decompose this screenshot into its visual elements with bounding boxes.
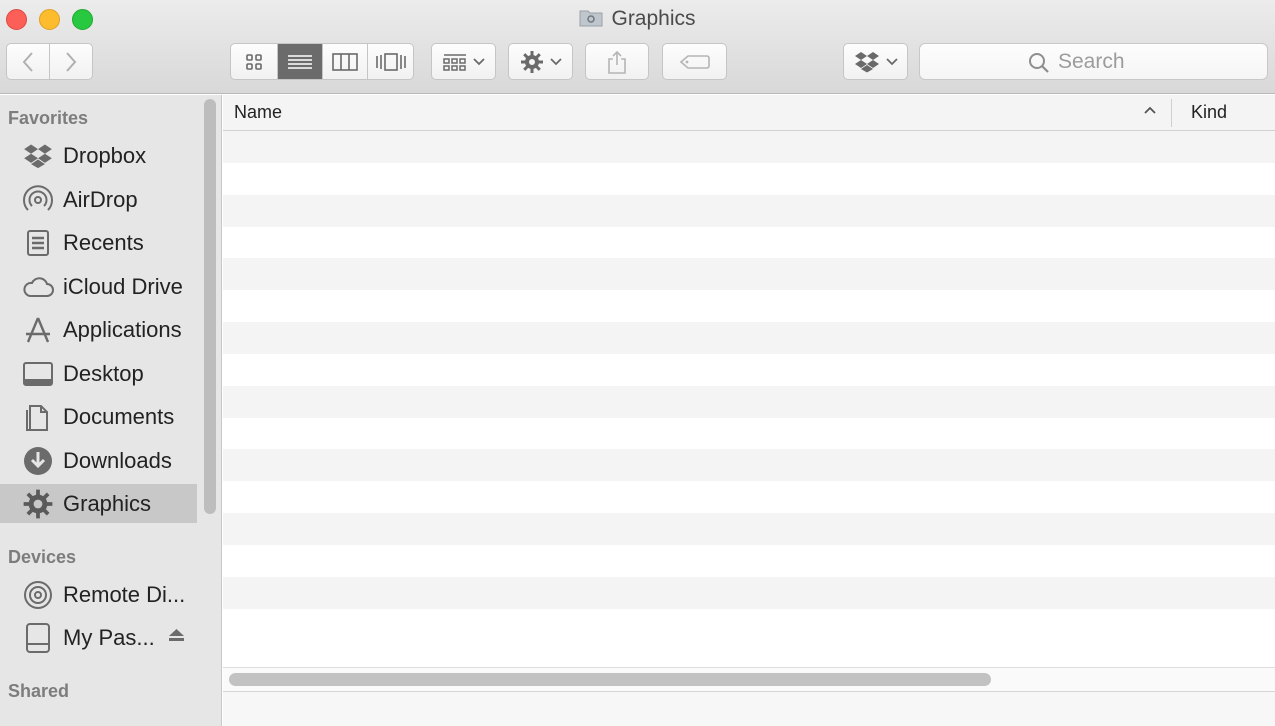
sidebar-item-documents[interactable]: Documents bbox=[0, 397, 197, 436]
list-rows bbox=[223, 131, 1275, 641]
sidebar-item-remote-disc[interactable]: Remote Di... bbox=[0, 575, 197, 614]
empty-row bbox=[223, 385, 1275, 418]
cloud-icon bbox=[22, 271, 54, 303]
list-view-icon bbox=[288, 54, 312, 69]
icon-view-icon bbox=[246, 53, 262, 70]
eject-icon[interactable] bbox=[168, 628, 185, 642]
chevron-down-icon bbox=[885, 57, 898, 65]
sidebar: Favorites Dropbox AirDrop Recents iCloud… bbox=[0, 95, 222, 726]
chevron-right-icon bbox=[66, 51, 77, 72]
sidebar-item-label: Remote Di... bbox=[63, 581, 186, 607]
empty-row bbox=[223, 544, 1275, 577]
airdrop-icon bbox=[22, 184, 54, 216]
disc-icon bbox=[22, 579, 54, 611]
empty-row bbox=[223, 194, 1275, 227]
horizontal-scroll-thumb[interactable] bbox=[229, 673, 991, 686]
list-view-button[interactable] bbox=[278, 44, 323, 79]
tag-icon bbox=[679, 54, 710, 69]
column-header-name[interactable]: Name bbox=[234, 102, 282, 123]
desktop-icon bbox=[22, 358, 54, 390]
file-list: Name Kind bbox=[223, 95, 1275, 726]
sidebar-scrollbar[interactable] bbox=[204, 99, 216, 514]
sidebar-item-downloads[interactable]: Downloads bbox=[0, 441, 197, 480]
dropbox-button[interactable] bbox=[843, 43, 908, 80]
drive-icon bbox=[22, 622, 54, 654]
folder-gear-icon bbox=[579, 8, 603, 27]
group-by-button[interactable] bbox=[431, 43, 496, 80]
status-bar bbox=[223, 691, 1275, 726]
column-view-button[interactable] bbox=[323, 44, 368, 79]
search-field[interactable] bbox=[919, 43, 1268, 80]
search-input[interactable] bbox=[920, 44, 1267, 79]
empty-row bbox=[223, 162, 1275, 195]
empty-row bbox=[223, 481, 1275, 514]
sidebar-item-label: AirDrop bbox=[63, 186, 138, 212]
share-icon bbox=[608, 50, 626, 74]
chevron-down-icon bbox=[472, 57, 485, 65]
cover-flow-button[interactable] bbox=[368, 44, 413, 79]
sidebar-item-label: Desktop bbox=[63, 360, 144, 386]
empty-row bbox=[223, 353, 1275, 386]
group-by-icon bbox=[442, 53, 466, 71]
sidebar-item-label: My Pas... bbox=[63, 624, 155, 650]
section-devices: Devices bbox=[8, 547, 77, 567]
column-header-kind[interactable]: Kind bbox=[1191, 102, 1227, 123]
sidebar-item-label: Applications bbox=[63, 316, 182, 342]
view-mode-control bbox=[230, 43, 414, 80]
forward-button[interactable] bbox=[50, 44, 93, 79]
dropbox-icon bbox=[22, 140, 54, 172]
empty-row bbox=[223, 290, 1275, 323]
gear-icon bbox=[22, 488, 54, 520]
downloads-icon bbox=[22, 445, 54, 477]
column-view-icon bbox=[332, 52, 358, 71]
chevron-up-icon bbox=[1144, 106, 1156, 114]
sidebar-item-dropbox[interactable]: Dropbox bbox=[0, 136, 197, 175]
documents-icon bbox=[22, 401, 54, 433]
window-title: Graphics bbox=[0, 7, 1275, 31]
section-shared: Shared bbox=[8, 681, 70, 701]
recents-icon bbox=[22, 227, 54, 259]
sidebar-item-my-passport[interactable]: My Pas... bbox=[0, 618, 197, 657]
share-button[interactable] bbox=[585, 43, 649, 80]
sidebar-item-desktop[interactable]: Desktop bbox=[0, 354, 197, 393]
empty-row bbox=[223, 513, 1275, 545]
empty-row bbox=[223, 226, 1275, 259]
sidebar-item-icloud-drive[interactable]: iCloud Drive bbox=[0, 267, 197, 306]
tag-button[interactable] bbox=[662, 43, 727, 80]
sidebar-item-label: Downloads bbox=[63, 447, 172, 473]
icon-view-button[interactable] bbox=[231, 44, 278, 79]
gear-icon bbox=[520, 50, 543, 73]
empty-row bbox=[223, 449, 1275, 482]
sidebar-item-recents[interactable]: Recents bbox=[0, 223, 197, 262]
sidebar-item-graphics[interactable]: Graphics bbox=[0, 484, 197, 523]
sidebar-item-label: Graphics bbox=[63, 490, 152, 516]
column-divider[interactable] bbox=[1171, 99, 1172, 127]
empty-row bbox=[223, 417, 1275, 450]
back-button[interactable] bbox=[7, 44, 50, 79]
sidebar-item-applications[interactable]: Applications bbox=[0, 310, 197, 349]
cover-flow-icon bbox=[375, 52, 406, 71]
sidebar-item-label: Dropbox bbox=[63, 142, 147, 168]
window-title-text: Graphics bbox=[611, 7, 696, 30]
empty-row bbox=[223, 608, 1275, 641]
sidebar-item-label: Recents bbox=[63, 229, 144, 255]
empty-row bbox=[223, 576, 1275, 609]
sidebar-item-label: Documents bbox=[63, 403, 175, 429]
dropbox-icon bbox=[854, 51, 879, 72]
applications-icon bbox=[22, 314, 54, 346]
chevron-down-icon bbox=[549, 57, 562, 65]
sidebar-item-airdrop[interactable]: AirDrop bbox=[0, 180, 197, 219]
navigation-buttons bbox=[6, 43, 93, 80]
list-header: Name Kind bbox=[223, 95, 1275, 131]
horizontal-scrollbar[interactable] bbox=[223, 667, 1275, 691]
empty-row bbox=[223, 322, 1275, 354]
window-toolbar: Graphics bbox=[0, 0, 1275, 94]
action-button[interactable] bbox=[508, 43, 573, 80]
section-favorites: Favorites bbox=[8, 108, 89, 128]
chevron-left-icon bbox=[22, 51, 33, 72]
sidebar-item-label: iCloud Drive bbox=[63, 273, 183, 299]
empty-row bbox=[223, 258, 1275, 291]
empty-row bbox=[223, 131, 1275, 163]
